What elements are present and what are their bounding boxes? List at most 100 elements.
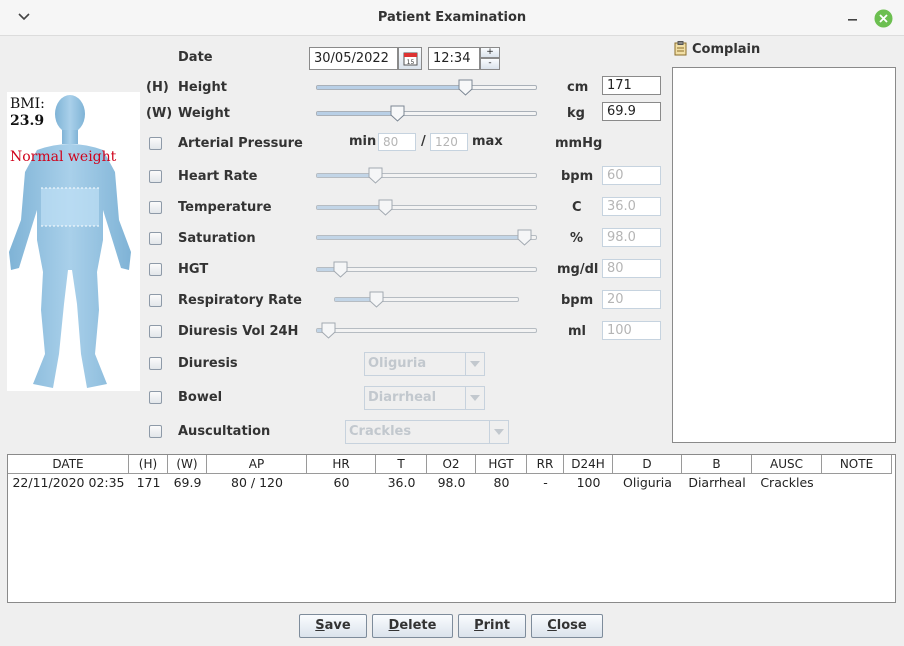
slider-thumb[interactable]	[390, 105, 405, 122]
auscultation-select[interactable]: Crackles	[345, 420, 509, 444]
time-spin-up[interactable]: +	[480, 47, 500, 58]
date-label: Date	[178, 50, 213, 65]
table-cell: 22/11/2020 02:35	[12, 475, 125, 490]
table-cell: 98.0	[437, 475, 466, 490]
minimize-icon[interactable]	[847, 18, 859, 22]
save-label: ave	[324, 618, 351, 633]
column-header[interactable]: B	[682, 455, 752, 474]
saturation-checkbox[interactable]	[149, 232, 162, 245]
saturation-slider[interactable]	[316, 229, 537, 246]
temperature-input[interactable]: 36.0	[602, 197, 661, 216]
height-slider[interactable]	[316, 79, 537, 96]
diuresis-label: Diuresis	[178, 356, 238, 371]
resp-rate-checkbox[interactable]	[149, 294, 162, 307]
hgt-label: HGT	[178, 262, 209, 277]
ap-max-input[interactable]: 120	[430, 133, 468, 151]
weight-unit: kg	[567, 106, 585, 121]
table-cell	[822, 475, 892, 492]
delete-button[interactable]: Delete	[372, 614, 453, 638]
saturation-unit: %	[570, 231, 584, 246]
ap-label: Arterial Pressure	[178, 136, 303, 151]
auscultation-checkbox[interactable]	[149, 425, 162, 438]
heart-rate-label: Heart Rate	[178, 169, 258, 184]
ap-checkbox[interactable]	[149, 137, 162, 150]
diuresis-vol-input[interactable]: 100	[602, 321, 661, 340]
close-button[interactable]: Close	[531, 614, 603, 638]
bmi-value: 23.9	[10, 113, 45, 129]
column-header[interactable]: RR	[527, 455, 564, 474]
resp-rate-slider[interactable]	[334, 291, 519, 308]
table-cell: -	[543, 475, 548, 490]
height-input[interactable]: 171	[602, 76, 661, 95]
column-header[interactable]: HGT	[476, 455, 527, 474]
temperature-label: Temperature	[178, 200, 272, 215]
weight-input[interactable]: 69.9	[602, 102, 661, 121]
svg-text:15: 15	[407, 59, 415, 66]
column-header[interactable]: (H)	[129, 455, 168, 474]
saturation-input[interactable]: 98.0	[602, 228, 661, 247]
heart-rate-checkbox[interactable]	[149, 170, 162, 183]
print-button[interactable]: Print	[458, 614, 526, 638]
slider-thumb[interactable]	[368, 167, 383, 184]
column-header[interactable]: DATE	[8, 455, 129, 474]
ap-max-label: max	[472, 134, 503, 149]
chevron-down-icon	[470, 361, 480, 367]
table-cell: 80 / 120	[231, 475, 283, 490]
table-cell: 36.0	[387, 475, 416, 490]
time-spin-down[interactable]: -	[480, 58, 500, 70]
slider-thumb[interactable]	[321, 322, 336, 339]
slider-thumb[interactable]	[378, 199, 393, 216]
slider-thumb[interactable]	[333, 261, 348, 278]
column-header[interactable]: AUSC	[752, 455, 822, 474]
hgt-checkbox[interactable]	[149, 263, 162, 276]
auscultation-select-value: Crackles	[349, 424, 412, 439]
column-header[interactable]: T	[376, 455, 427, 474]
save-mnemonic: S	[315, 618, 325, 633]
column-header[interactable]: HR	[307, 455, 376, 474]
bowel-label: Bowel	[178, 390, 223, 405]
print-label: rint	[483, 618, 510, 633]
heart-rate-slider[interactable]	[316, 167, 537, 184]
hgt-input[interactable]: 80	[602, 259, 661, 278]
table-cell: Crackles	[760, 475, 814, 490]
table-cell: 171	[136, 475, 161, 490]
ap-min-label: min	[349, 134, 377, 149]
date-input[interactable]: 30/05/2022	[309, 47, 398, 70]
table-cell: Oliguria	[623, 475, 672, 490]
diuresis-checkbox[interactable]	[149, 357, 162, 370]
complain-textarea[interactable]	[672, 67, 896, 443]
column-header[interactable]: O2	[427, 455, 476, 474]
slider-thumb[interactable]	[458, 79, 473, 96]
temperature-unit: C	[572, 200, 582, 215]
slider-thumb[interactable]	[517, 229, 532, 246]
heart-rate-input[interactable]: 60	[602, 166, 661, 185]
calendar-button[interactable]: 15	[398, 47, 422, 70]
weight-slider[interactable]	[316, 105, 537, 122]
height-prefix: (H)	[146, 80, 169, 95]
ap-min-input[interactable]: 80	[378, 133, 416, 151]
column-header[interactable]: D	[613, 455, 682, 474]
column-header[interactable]: NOTE	[822, 455, 892, 474]
save-button[interactable]: Save	[299, 614, 367, 638]
bowel-checkbox[interactable]	[149, 391, 162, 404]
weight-label: Weight	[178, 106, 230, 121]
column-header[interactable]: AP	[207, 455, 307, 474]
hgt-slider[interactable]	[316, 261, 537, 278]
table-cell: Diarrheal	[688, 475, 746, 490]
time-input[interactable]: 12:34	[428, 47, 480, 70]
resp-rate-input[interactable]: 20	[602, 290, 661, 309]
diuresis-vol-slider[interactable]	[316, 322, 537, 339]
slider-thumb[interactable]	[369, 291, 384, 308]
column-header[interactable]: (W)	[168, 455, 207, 474]
diuresis-select[interactable]: Oliguria	[364, 352, 485, 376]
bowel-select[interactable]: Diarrheal	[364, 386, 485, 410]
column-header[interactable]: D24H	[564, 455, 613, 474]
bowel-select-value: Diarrheal	[368, 390, 437, 405]
close-icon[interactable]	[874, 9, 893, 28]
examination-table[interactable]: DATE (H) (W) AP HR T O2 HGT RR D24H D B AUSC NOTE 22/1…	[7, 454, 896, 603]
temperature-slider[interactable]	[316, 199, 537, 216]
table-cell: 80	[493, 475, 510, 490]
diuresis-vol-checkbox[interactable]	[149, 325, 162, 338]
temperature-checkbox[interactable]	[149, 201, 162, 214]
auscultation-label: Auscultation	[178, 424, 271, 439]
